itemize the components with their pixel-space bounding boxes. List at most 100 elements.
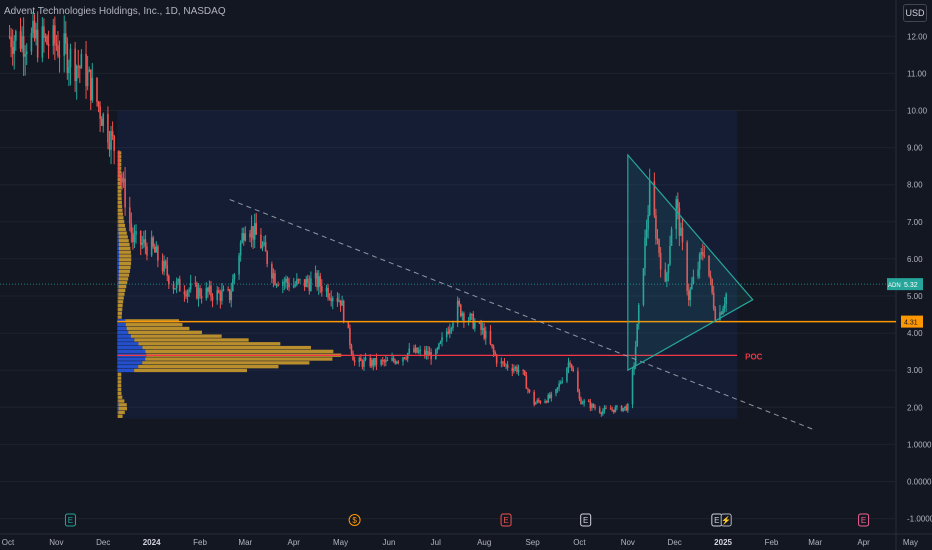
- candle-body: [588, 400, 590, 403]
- y-tick-label: 12.00: [907, 32, 928, 41]
- candle-body: [511, 367, 514, 372]
- volume-profile-bar: [117, 395, 118, 399]
- volume-profile-bar: [126, 326, 190, 331]
- candle-body: [569, 362, 571, 365]
- candle-body: [216, 290, 219, 301]
- candle-body: [434, 349, 437, 360]
- candle-body: [168, 275, 170, 285]
- candle-body: [264, 242, 267, 252]
- event-marker-label: $: [352, 516, 357, 525]
- candle-body: [238, 255, 240, 275]
- candle-body: [271, 264, 273, 279]
- candle-body: [141, 242, 144, 245]
- x-tick-label: Feb: [193, 538, 207, 547]
- candle-body: [43, 26, 45, 38]
- candle-body: [414, 347, 417, 353]
- candle-body: [516, 366, 518, 373]
- candle-body: [113, 136, 115, 152]
- candle-body: [144, 239, 147, 247]
- price-chart[interactable]: 12.00 11.00 10.00 9.00 8.00 7.00 6.00 5.00 4.00 3…: [0, 0, 932, 550]
- candle-body: [539, 401, 542, 403]
- candle-body: [75, 66, 78, 82]
- candle-body: [152, 237, 154, 247]
- candle-body: [177, 279, 179, 282]
- candle-body: [222, 289, 225, 291]
- candle-body: [122, 178, 125, 183]
- candle-body: [135, 231, 137, 235]
- candle-body: [385, 360, 387, 363]
- x-tick-label: May: [333, 538, 348, 547]
- x-tick-label: Apr: [857, 538, 870, 547]
- candle-body: [394, 360, 396, 364]
- volume-profile-bar: [142, 361, 310, 365]
- candle-body: [253, 223, 256, 240]
- y-tick-label: 0.0000: [907, 478, 932, 487]
- volume-profile-bar: [117, 406, 119, 411]
- volume-profile-bar: [117, 376, 122, 380]
- candle-body: [233, 274, 236, 280]
- candle-body: [550, 393, 553, 398]
- candle-body: [612, 409, 615, 413]
- candle-body: [402, 357, 404, 362]
- candle-body: [305, 278, 308, 287]
- candle-body: [161, 260, 164, 272]
- candle-body: [538, 400, 540, 402]
- volume-profile-bar: [118, 277, 129, 281]
- candle-body: [439, 341, 442, 344]
- candle-body: [139, 231, 142, 245]
- candle-body: [505, 364, 507, 366]
- candle-body: [121, 177, 123, 183]
- candle-body: [91, 77, 94, 101]
- volume-profile-bar: [118, 239, 129, 243]
- volume-profile-bar: [118, 231, 127, 235]
- candle-body: [491, 344, 493, 347]
- volume-profile-bar: [117, 185, 118, 189]
- candle-body: [395, 361, 398, 364]
- candle-body: [111, 131, 114, 137]
- candle-body: [200, 296, 203, 299]
- x-tick-label: 2024: [143, 538, 161, 547]
- candle-body: [108, 142, 111, 150]
- volume-profile-bar: [117, 189, 118, 193]
- poc-label: POC: [745, 352, 763, 361]
- candle-body: [100, 118, 103, 126]
- volume-profile-bar: [117, 399, 119, 403]
- candle-body: [561, 381, 564, 383]
- candle-body: [427, 351, 429, 356]
- candle-body: [578, 391, 581, 399]
- candle-body: [317, 276, 320, 288]
- candle-body: [352, 353, 354, 361]
- candle-body: [570, 364, 573, 369]
- candle-body: [374, 357, 376, 366]
- volume-profile-bar: [145, 349, 334, 354]
- volume-profile-bar: [117, 254, 120, 258]
- volume-profile-bar: [117, 200, 122, 205]
- candle-body: [124, 178, 126, 208]
- candle-body: [186, 291, 189, 297]
- candle-body: [547, 394, 550, 403]
- volume-profile-bar: [117, 204, 123, 209]
- candle-body: [631, 369, 634, 405]
- volume-profile-bar: [117, 246, 119, 251]
- candle-body: [33, 20, 36, 39]
- volume-profile-bar: [117, 342, 139, 346]
- volume-profile-bar: [117, 269, 119, 273]
- candle-body: [441, 337, 443, 342]
- candle-body: [74, 48, 76, 82]
- candle-body: [598, 408, 601, 413]
- candle-body: [372, 359, 375, 366]
- candle-body: [336, 298, 339, 302]
- x-tick-label: May: [903, 538, 918, 547]
- candle-body: [492, 346, 495, 352]
- candle-body: [463, 313, 465, 321]
- candle-body: [175, 281, 178, 289]
- x-tick-label: Nov: [49, 538, 63, 547]
- volume-profile-bar: [118, 223, 126, 228]
- candle-body: [46, 36, 48, 45]
- currency-button[interactable]: USD: [903, 4, 927, 22]
- candle-body: [478, 322, 481, 324]
- candle-body: [425, 351, 428, 356]
- volume-profile-bar: [117, 197, 118, 201]
- candle-body: [24, 54, 26, 57]
- volume-profile-bar: [117, 391, 118, 396]
